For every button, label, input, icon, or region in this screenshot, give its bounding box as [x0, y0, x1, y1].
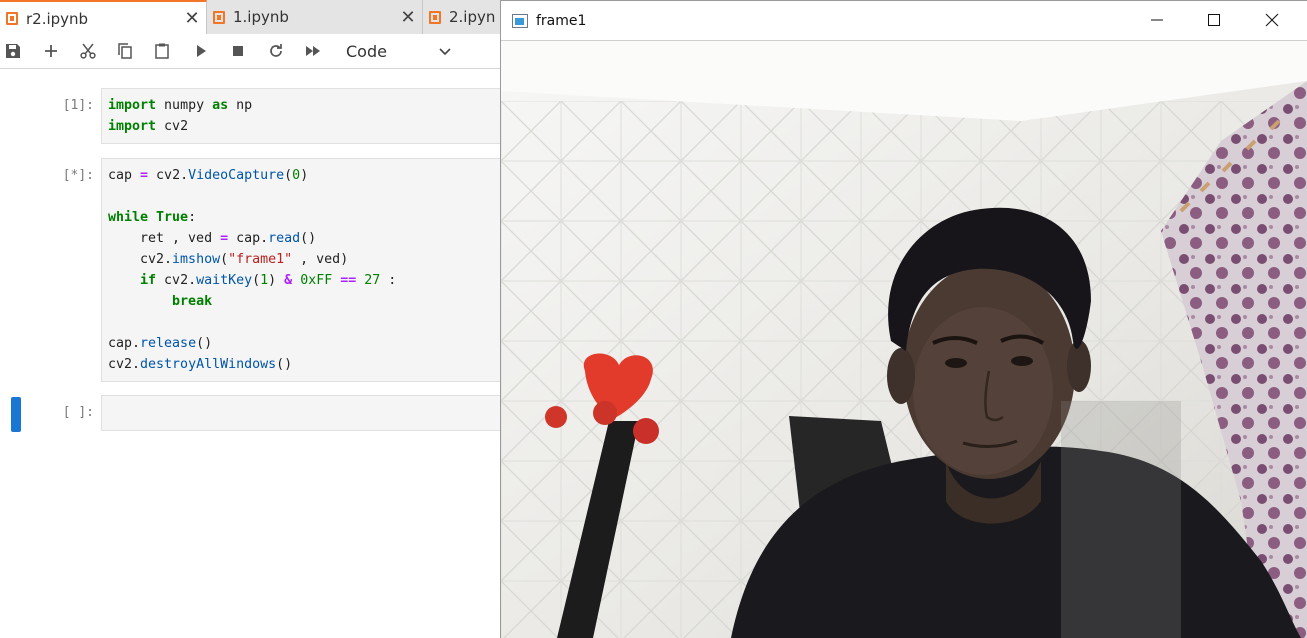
restart-button[interactable]	[259, 34, 293, 68]
code-token: cv2.	[108, 252, 173, 267]
code-token: =	[140, 168, 149, 183]
add-cell-button[interactable]	[34, 34, 68, 68]
stop-button[interactable]	[221, 34, 255, 68]
cell-prompt: [ ]:	[62, 405, 94, 420]
paste-icon	[155, 43, 169, 59]
code-token: np	[228, 98, 253, 113]
code-token: ()	[276, 357, 293, 372]
code-token: 0	[292, 168, 301, 183]
copy-icon	[118, 43, 132, 59]
webcam-frame	[501, 41, 1307, 638]
window-title: frame1	[536, 12, 587, 29]
code-token: cv2	[156, 119, 189, 134]
maximize-icon	[1208, 14, 1220, 26]
code-token: while	[108, 210, 149, 225]
code-token: ()	[196, 336, 213, 351]
cell-prompt: [1]:	[62, 98, 94, 113]
code-token: waitKey	[196, 273, 253, 288]
minimize-icon	[1151, 19, 1163, 21]
minimize-button[interactable]	[1128, 1, 1186, 39]
code-token: True	[148, 210, 189, 225]
cut-button[interactable]	[71, 34, 105, 68]
code-token: =	[220, 231, 229, 246]
code-token: numpy	[156, 98, 213, 113]
code-token: cv2.	[156, 273, 197, 288]
paste-button[interactable]	[145, 34, 179, 68]
close-icon[interactable]: ✕	[394, 7, 422, 28]
frame1-window[interactable]: frame1	[500, 0, 1307, 638]
active-cell-marker	[11, 397, 21, 432]
close-button[interactable]	[1243, 1, 1301, 39]
code-token: ()	[300, 231, 317, 246]
restart-run-all-button[interactable]	[296, 34, 330, 68]
code-token: VideoCapture	[188, 168, 285, 183]
code-token: read	[268, 231, 301, 246]
code-token: :	[188, 210, 197, 225]
cell-prompt: [*]:	[62, 168, 94, 183]
code-token: 1	[260, 273, 269, 288]
webcam-image	[501, 41, 1307, 638]
close-icon[interactable]: ✕	[178, 8, 206, 29]
fast-forward-icon	[306, 46, 320, 56]
code-token: cv2.	[148, 168, 189, 183]
tab-label: r2.ipynb	[26, 9, 89, 28]
code-token: )	[300, 168, 309, 183]
chevron-down-icon	[439, 48, 451, 56]
tab-1-ipynb[interactable]: 1.ipynb ✕	[207, 0, 423, 34]
code-token: "frame1"	[228, 252, 293, 267]
code-token: (	[220, 252, 229, 267]
tab-r2-ipynb[interactable]: r2.ipynb ✕	[0, 0, 207, 35]
close-icon	[1265, 13, 1279, 27]
cell-editor[interactable]: import numpy as np import cv2	[101, 88, 521, 144]
code-token: cap.	[108, 336, 141, 351]
run-icon	[197, 45, 206, 57]
save-button[interactable]	[0, 34, 30, 68]
code-token: )	[268, 273, 285, 288]
code-token: as	[212, 98, 229, 113]
code-token: break	[172, 294, 213, 309]
code-token: , ved)	[292, 252, 349, 267]
add-icon	[45, 45, 57, 57]
notebook-icon	[429, 10, 441, 24]
tab-label: 1.ipynb	[233, 8, 289, 26]
run-button[interactable]	[184, 34, 218, 68]
code-token: ret , ved	[108, 231, 221, 246]
code-token: imshow	[172, 252, 221, 267]
notebook-icon	[213, 10, 225, 24]
code-token: if	[140, 273, 157, 288]
code-token: destroyAllWindows	[140, 357, 277, 372]
maximize-button[interactable]	[1185, 1, 1243, 39]
copy-button[interactable]	[108, 34, 142, 68]
cut-icon	[80, 43, 96, 59]
notebook-icon	[6, 12, 18, 25]
code-token: (	[284, 168, 293, 183]
code-token: 0xFF	[300, 273, 333, 288]
cell-type-value: Code	[346, 41, 387, 61]
code-token: import	[108, 98, 157, 113]
code-token: import	[108, 119, 157, 134]
code-token: cap	[108, 168, 141, 183]
stop-icon	[233, 46, 243, 56]
cell-type-select[interactable]: Code	[340, 38, 452, 64]
cell-editor[interactable]	[101, 395, 521, 431]
code-token: &	[284, 273, 293, 288]
window-title-bar[interactable]: frame1	[501, 1, 1307, 41]
code-token: cap.	[228, 231, 269, 246]
restart-icon	[270, 44, 282, 57]
code-token: 27	[364, 273, 381, 288]
code-token: :	[380, 273, 397, 288]
window-app-icon	[512, 13, 528, 28]
code-token: (	[252, 273, 261, 288]
code-token: release	[140, 336, 197, 351]
code-token: ==	[340, 273, 357, 288]
save-icon	[6, 44, 20, 58]
code-token: cv2.	[108, 357, 141, 372]
cell-editor[interactable]: cap = cv2.VideoCapture(0) while True: re…	[101, 158, 521, 382]
